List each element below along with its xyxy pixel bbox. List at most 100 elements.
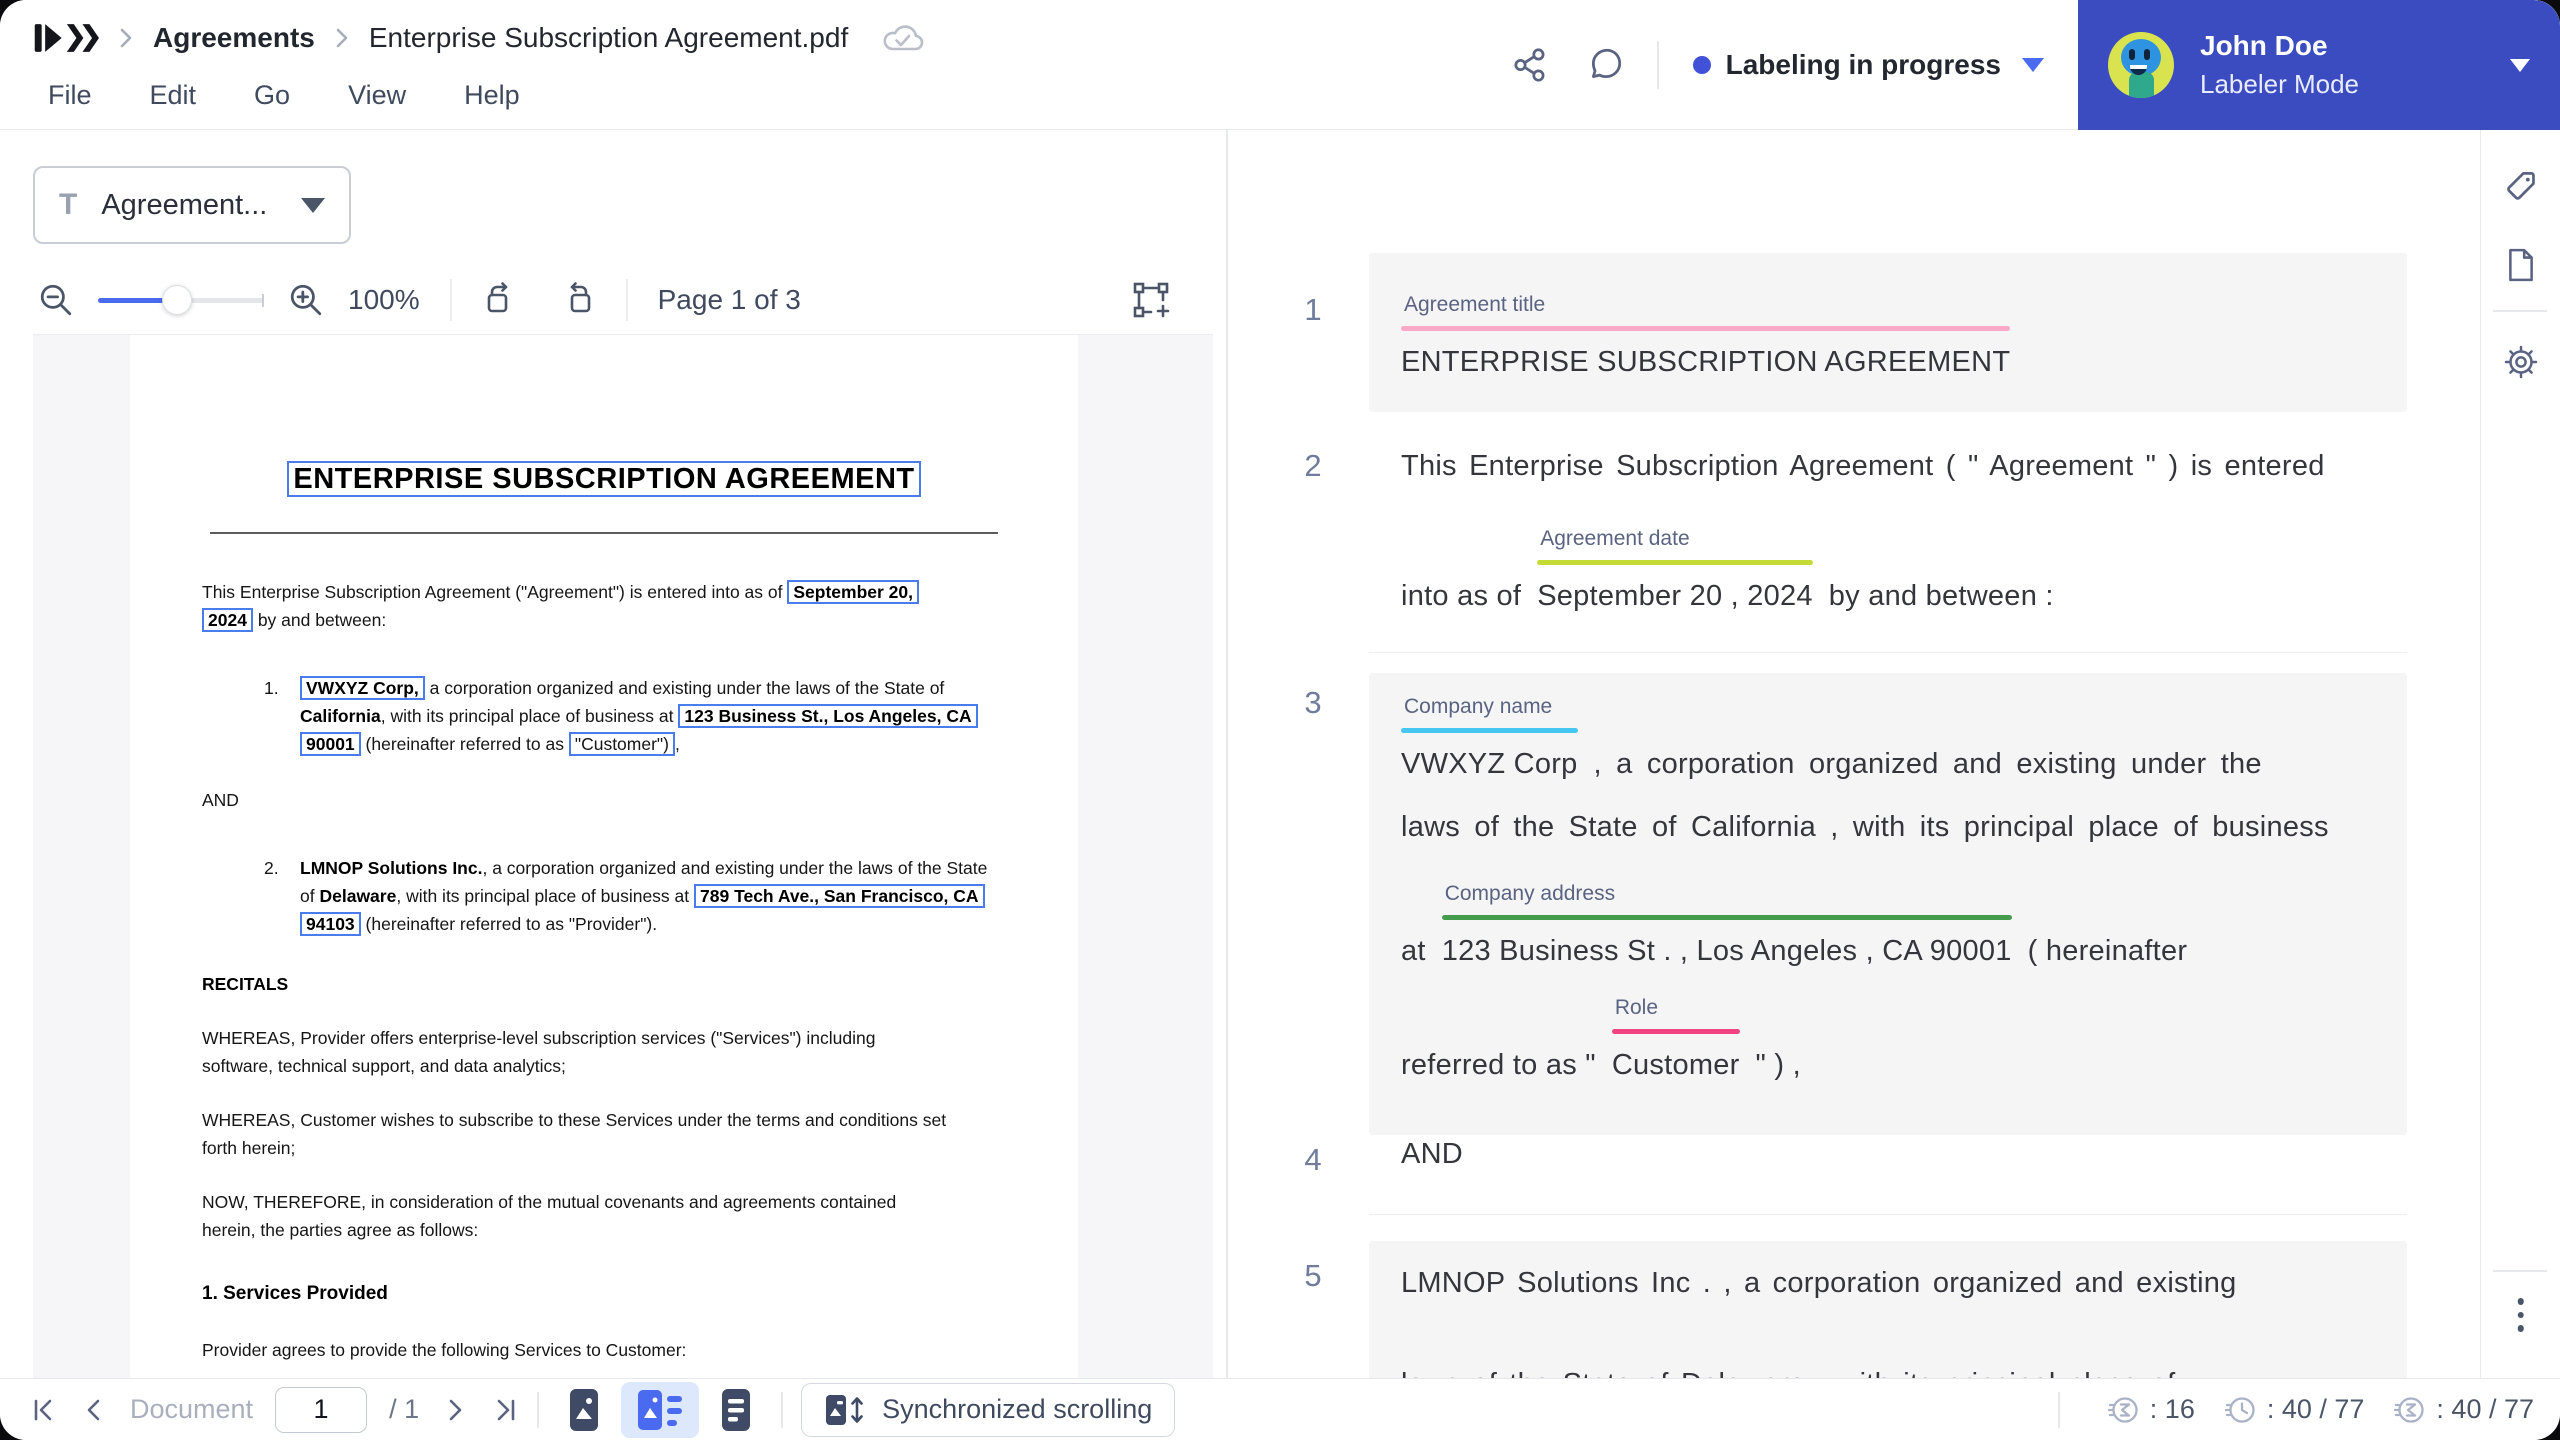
doc-list-item-1: 1. VWXYZ Corp, a corporation organized a… <box>202 674 1006 758</box>
history-clock-icon <box>2224 1394 2257 1426</box>
panel-divider <box>1226 130 1228 1378</box>
menu-go[interactable]: Go <box>254 80 290 111</box>
annotation-agreement-title[interactable]: ENTERPRISE SUBSCRIPTION AGREEMENT <box>287 461 921 497</box>
transcript-row-3[interactable]: Company name VWXYZ Corp , a corporation … <box>1369 673 2407 1135</box>
page-indicator: Page 1 of 3 <box>657 284 801 315</box>
comment-icon[interactable] <box>1587 46 1625 84</box>
view-rows-only-button[interactable] <box>709 1383 763 1437</box>
bottom-bar: Document / 1 <box>0 1378 2560 1440</box>
settings-gear-icon[interactable] <box>2503 344 2539 380</box>
first-document-icon[interactable] <box>30 1396 58 1424</box>
transcript-row-2[interactable]: This Enterprise Subscription Agreement (… <box>1369 450 2407 653</box>
labeled-span-company-name[interactable]: Company name VWXYZ Corp <box>1401 695 1578 781</box>
pdf-toolbar: 100% Page 1 of 3 <box>0 266 1226 334</box>
row-number: 4 <box>1304 1142 1322 1177</box>
synchronized-scrolling-button[interactable]: Synchronized scrolling <box>801 1382 1176 1437</box>
label-chip[interactable]: Agreement date <box>1537 527 1813 551</box>
status-selector[interactable]: Labeling in progress <box>1692 49 2044 81</box>
row-number: 2 <box>1304 448 1322 483</box>
status-label: Labeling in progress <box>1725 49 2001 80</box>
app-logo-icon[interactable] <box>33 21 99 55</box>
label-underline <box>1611 1029 1740 1034</box>
right-sidebar <box>2480 130 2560 1378</box>
menu-file[interactable]: File <box>48 80 92 111</box>
zoom-slider[interactable] <box>98 285 264 315</box>
chevron-down-icon <box>2022 58 2044 72</box>
label-chip[interactable]: Role <box>1612 996 1740 1020</box>
annotation-company-address[interactable]: 90001 <box>300 732 361 756</box>
more-options-icon[interactable] <box>2517 1298 2524 1332</box>
region-select-icon[interactable] <box>1132 281 1170 319</box>
user-name: John Doe <box>2200 30 2328 61</box>
transcript-row-1[interactable]: Agreement title ENTERPRISE SUBSCRIPTION … <box>1369 253 2407 412</box>
pdf-viewport[interactable]: ENTERPRISE SUBSCRIPTION AGREEMENT This E… <box>33 334 1213 1378</box>
transcript-panel: 1 Agreement title ENTERPRISE SUBSCRIPTIO… <box>1227 130 2480 1378</box>
last-document-icon[interactable] <box>491 1396 519 1424</box>
next-document-icon[interactable] <box>441 1396 469 1424</box>
divider <box>2493 310 2547 312</box>
zoom-value: 100% <box>348 284 420 315</box>
annotation-company-name[interactable]: VWXYZ Corp, <box>300 676 425 700</box>
divider <box>210 532 998 534</box>
breadcrumb-section[interactable]: Agreements <box>153 22 315 54</box>
app-window: Agreements Enterprise Subscription Agree… <box>0 0 2560 1440</box>
menu-help[interactable]: Help <box>464 80 520 111</box>
annotation-agreement-date[interactable]: September 20, <box>787 580 919 604</box>
row-number: 1 <box>1304 292 1322 327</box>
breadcrumb-file: Enterprise Subscription Agreement.pdf <box>368 22 849 53</box>
labels-tag-icon[interactable] <box>2504 170 2538 204</box>
doc-now-therefore: NOW, THEREFORE, in consideration of the … <box>202 1192 897 1240</box>
divider <box>625 279 628 321</box>
annotation-company-address[interactable]: 789 Tech Ave., San Francisco, CA <box>694 884 985 908</box>
rotate-left-icon[interactable] <box>482 282 520 318</box>
labeled-span-agreement-title[interactable]: Agreement title ENTERPRISE SUBSCRIPTION … <box>1401 293 2011 379</box>
annotation-company-address[interactable]: 94103 <box>300 912 361 936</box>
label-set-dropdown[interactable]: T Agreement... <box>33 166 351 244</box>
labeled-span-role[interactable]: Role Customer <box>1611 996 1740 1082</box>
user-menu[interactable]: John Doe Labeler Mode <box>2078 0 2560 130</box>
pdf-panel: T Agreement... 100% Page 1 of 3 ENTERPRI… <box>0 130 1226 1378</box>
chevron-right-icon <box>333 26 351 50</box>
document-icon[interactable] <box>2505 248 2537 282</box>
label-count-total: : 16 <box>2107 1394 2195 1426</box>
doc-list-item-2: 2. LMNOP Solutions Inc., a corporation o… <box>264 858 988 936</box>
sync-scroll-icon <box>824 1392 866 1428</box>
document-number-input[interactable] <box>275 1386 368 1433</box>
doc-recitals-heading: RECITALS <box>202 974 289 994</box>
label-chip[interactable]: Company address <box>1442 882 2012 906</box>
divider <box>2057 1391 2060 1428</box>
view-pdf-only-button[interactable] <box>557 1383 611 1437</box>
label-set-value: Agreement... <box>101 188 268 221</box>
zoom-out-icon[interactable] <box>38 282 74 318</box>
doc-services-heading: 1. Services Provided <box>202 1283 388 1304</box>
document-total: / 1 <box>389 1394 420 1424</box>
zoom-slider-thumb[interactable] <box>162 285 192 315</box>
label-chip[interactable]: Company name <box>1401 695 1578 719</box>
rotate-right-icon[interactable] <box>558 282 596 318</box>
transcript-row-5[interactable]: LMNOP Solutions Inc . , a corporation or… <box>1369 1241 2407 1378</box>
label-chip[interactable]: Agreement title <box>1401 293 2010 317</box>
label-underline <box>1441 915 2012 920</box>
label-underline <box>1401 728 1578 733</box>
sigma-counter-icon <box>2107 1394 2140 1426</box>
previous-document-icon[interactable] <box>80 1396 108 1424</box>
menu-view[interactable]: View <box>348 80 406 111</box>
annotation-role[interactable]: "Customer") <box>568 732 675 756</box>
annotation-agreement-date[interactable]: 2024 <box>202 608 253 632</box>
share-icon[interactable] <box>1511 46 1549 84</box>
labeled-span-company-address[interactable]: Company address 123 Business St . , Los … <box>1441 882 2012 968</box>
header-actions: Labeling in progress John Doe Labeler Mo… <box>1511 0 2560 130</box>
transcript-row-4[interactable]: AND <box>1369 1138 2407 1215</box>
view-split-button[interactable] <box>621 1381 700 1438</box>
zoom-in-icon[interactable] <box>288 282 324 318</box>
row-progress-count: : 40 / 77 <box>2394 1394 2534 1426</box>
annotation-company-address[interactable]: 123 Business St., Los Angeles, CA <box>678 704 978 728</box>
divider <box>537 1391 540 1428</box>
document-label: Document <box>130 1394 254 1424</box>
pdf-page: ENTERPRISE SUBSCRIPTION AGREEMENT This E… <box>130 335 1078 1378</box>
label-underline <box>1537 560 1813 565</box>
sigma-counter-icon <box>2394 1394 2426 1426</box>
labeled-span-agreement-date[interactable]: Agreement date September 20 , 2024 <box>1537 527 1813 613</box>
menu-edit[interactable]: Edit <box>150 80 197 111</box>
breadcrumb: Agreements Enterprise Subscription Agree… <box>33 10 926 66</box>
